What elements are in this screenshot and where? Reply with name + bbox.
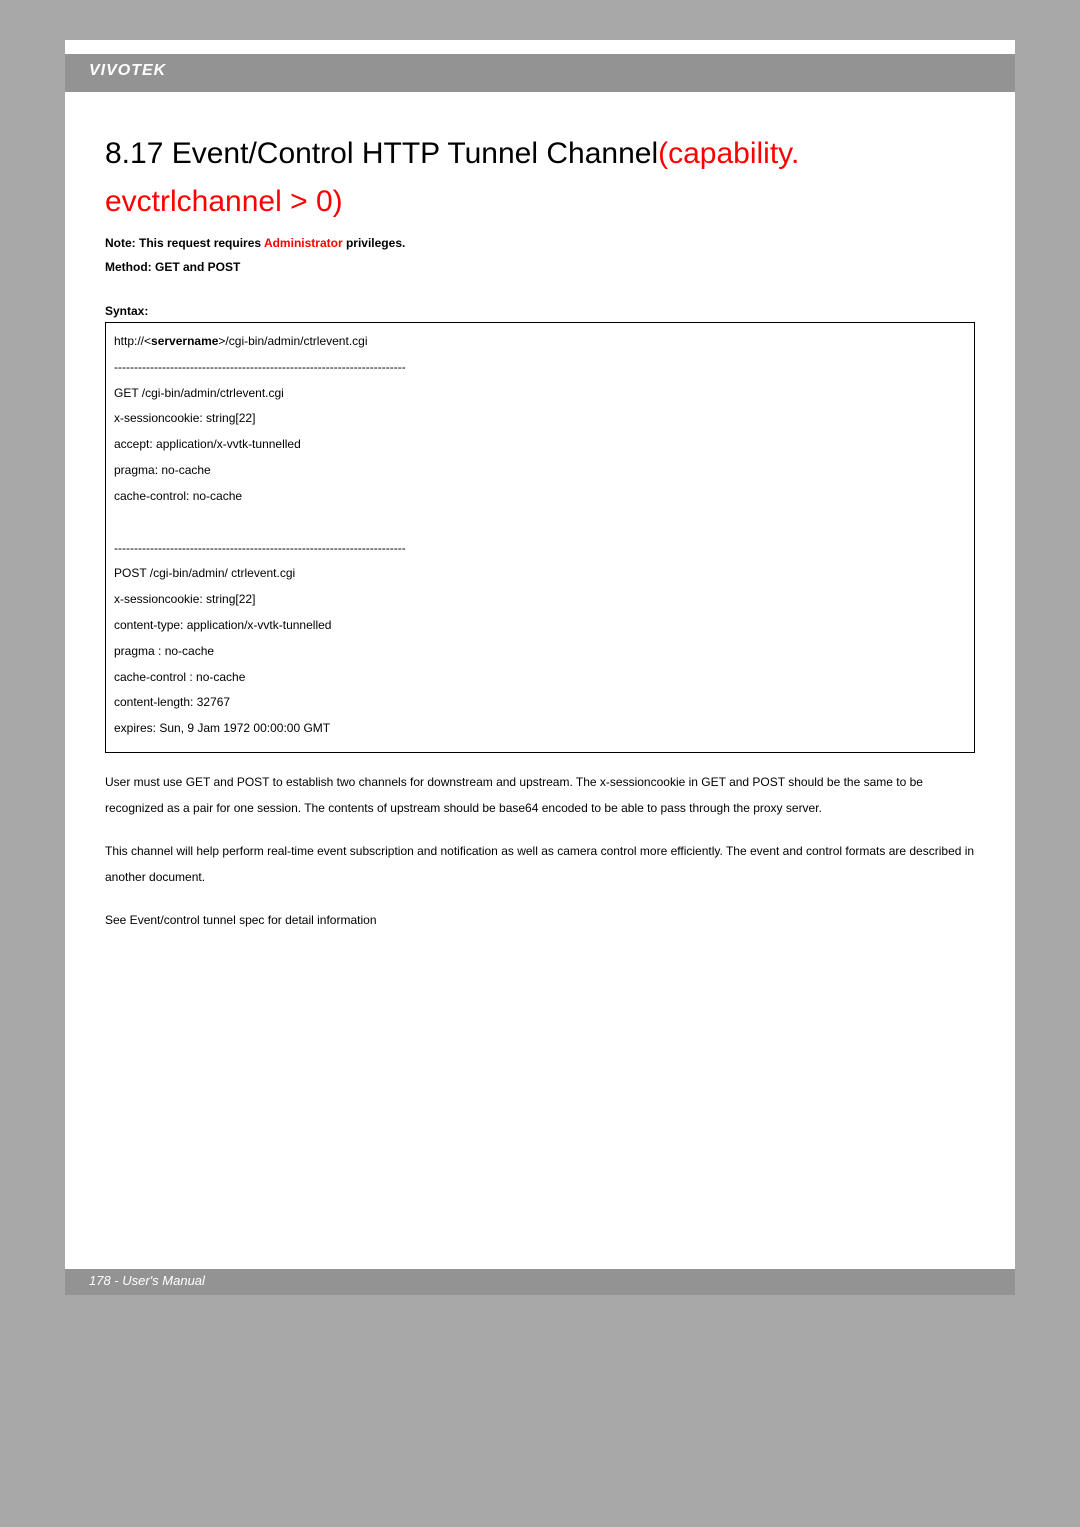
code-line: content-type: application/x-vvtk-tunnell… bbox=[114, 613, 966, 639]
code-text: >/cgi-bin/admin/ctrlevent.cgi bbox=[218, 334, 367, 348]
code-line: GET /cgi-bin/admin/ctrlevent.cgi bbox=[114, 381, 966, 407]
code-line: cache-control: no-cache bbox=[114, 484, 966, 510]
heading-number: 8.17 bbox=[105, 137, 172, 170]
code-line: ----------------------------------------… bbox=[114, 536, 966, 562]
syntax-label: Syntax: bbox=[105, 304, 975, 318]
header-band: VIVOTEK bbox=[65, 54, 1015, 92]
code-line: pragma: no-cache bbox=[114, 458, 966, 484]
description-paragraph: This channel will help perform real-time… bbox=[105, 838, 975, 891]
content-area: 8.17 Event/Control HTTP Tunnel Channel(c… bbox=[105, 130, 975, 933]
method-label: Method: bbox=[105, 260, 155, 274]
description-block: User must use GET and POST to establish … bbox=[105, 769, 975, 933]
code-bold: servername bbox=[151, 334, 218, 348]
code-blank bbox=[114, 510, 966, 536]
section-heading: 8.17 Event/Control HTTP Tunnel Channel(c… bbox=[105, 130, 975, 226]
code-line: x-sessioncookie: string[22] bbox=[114, 587, 966, 613]
code-line: http://<servername>/cgi-bin/admin/ctrlev… bbox=[114, 329, 966, 355]
code-line: expires: Sun, 9 Jam 1972 00:00:00 GMT bbox=[114, 716, 966, 742]
code-text: http://< bbox=[114, 334, 151, 348]
note-before: This request requires bbox=[136, 236, 264, 250]
code-line: ----------------------------------------… bbox=[114, 355, 966, 381]
description-paragraph: User must use GET and POST to establish … bbox=[105, 769, 975, 822]
method-value: GET and POST bbox=[155, 260, 240, 274]
code-line: POST /cgi-bin/admin/ ctrlevent.cgi bbox=[114, 561, 966, 587]
footer-text: 178 - User's Manual bbox=[89, 1273, 205, 1288]
code-line: pragma : no-cache bbox=[114, 639, 966, 665]
note-after: privileges. bbox=[343, 236, 406, 250]
note-red: Administrator bbox=[264, 236, 343, 250]
code-line: content-length: 32767 bbox=[114, 690, 966, 716]
document-page: VIVOTEK 8.17 Event/Control HTTP Tunnel C… bbox=[65, 40, 1015, 1295]
description-paragraph: See Event/control tunnel spec for detail… bbox=[105, 907, 975, 933]
footer-band: 178 - User's Manual bbox=[65, 1269, 1015, 1295]
code-line: cache-control : no-cache bbox=[114, 665, 966, 691]
code-line: accept: application/x-vvtk-tunnelled bbox=[114, 432, 966, 458]
code-box: http://<servername>/cgi-bin/admin/ctrlev… bbox=[105, 322, 975, 753]
note-label: Note: bbox=[105, 236, 136, 250]
method-line: Method: GET and POST bbox=[105, 260, 975, 274]
code-line: x-sessioncookie: string[22] bbox=[114, 406, 966, 432]
header-brand: VIVOTEK bbox=[89, 62, 166, 80]
note-line: Note: This request requires Administrato… bbox=[105, 236, 975, 250]
heading-main: Event/Control HTTP Tunnel Channel bbox=[172, 137, 658, 170]
